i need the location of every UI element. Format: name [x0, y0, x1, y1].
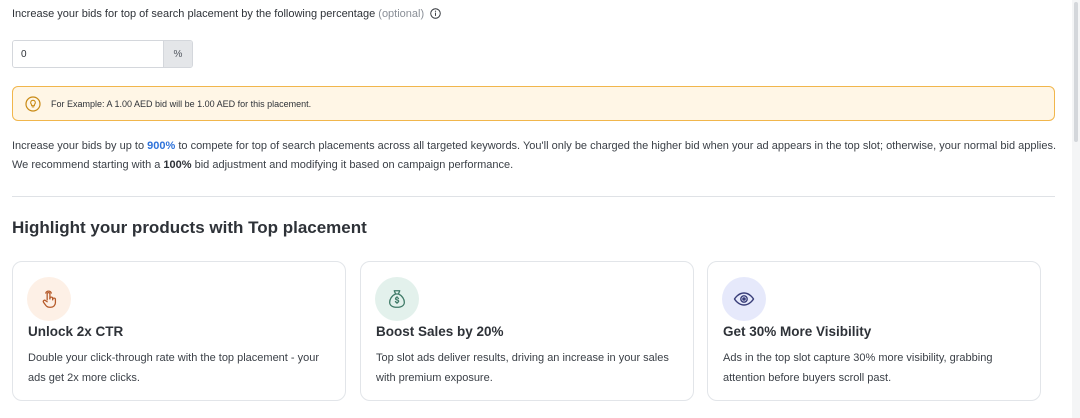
scrollbar-thumb[interactable] [1074, 2, 1078, 142]
percentage-input[interactable] [13, 41, 163, 67]
money-bag-icon [375, 277, 419, 321]
card-body: Ads in the top slot capture 30% more vis… [723, 352, 993, 384]
eye-icon [722, 277, 766, 321]
pointer-hand-icon [27, 277, 71, 321]
page-scrollbar[interactable] [1072, 0, 1080, 418]
info-icon[interactable] [430, 8, 441, 22]
percent-suffix: % [163, 41, 192, 67]
example-text: For Example: A 1.00 AED bid will be 1.00… [51, 98, 312, 109]
card-body: Top slot ads deliver results, driving an… [376, 352, 669, 384]
card-title: Get 30% More Visibility [723, 324, 872, 339]
benefit-card-visibility: Get 30% More Visibility Ads in the top s… [707, 261, 1041, 401]
description-part3: bid adjustment and modifying it based on… [191, 159, 514, 171]
bid-adjustment-label: Increase your bids for top of search pla… [12, 8, 441, 22]
recommended-percentage: 100% [163, 159, 192, 171]
percentage-field: % [12, 40, 193, 68]
card-body: Double your click-through rate with the … [28, 352, 320, 384]
bid-description: Increase your bids by up to 900% to comp… [12, 137, 1057, 175]
section-title: Highlight your products with Top placeme… [12, 218, 367, 237]
section-divider [12, 196, 1055, 197]
benefit-card-ctr: Unlock 2x CTR Double your click-through … [12, 261, 346, 401]
benefit-card-sales: Boost Sales by 20% Top slot ads deliver … [360, 261, 694, 401]
card-title: Boost Sales by 20% [376, 324, 504, 339]
bid-adjustment-label-text: Increase your bids for top of search pla… [12, 8, 376, 20]
card-title: Unlock 2x CTR [28, 324, 124, 339]
example-alert: For Example: A 1.00 AED bid will be 1.00… [12, 86, 1055, 121]
description-part1: Increase your bids by up to [12, 140, 148, 152]
optional-label: (optional) [378, 8, 425, 20]
lightbulb-icon [25, 95, 41, 112]
max-percentage: 900% [147, 140, 176, 152]
